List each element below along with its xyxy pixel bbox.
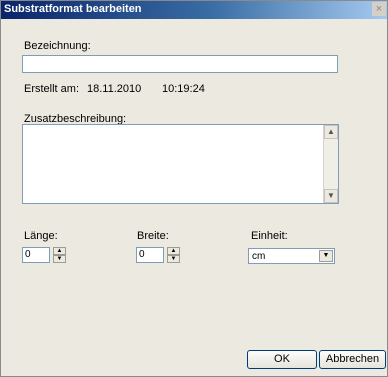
einheit-label: Einheit: xyxy=(251,230,288,242)
erstellt-label: Erstellt am: xyxy=(24,83,80,95)
zusatz-textarea[interactable]: ▲ ▼ xyxy=(22,124,339,204)
window-title: Substratformat bearbeiten xyxy=(4,3,142,15)
dialog-window: Substratformat bearbeiten × Bezeichnung:… xyxy=(0,0,388,377)
erstellt-time: 10:19:24 xyxy=(162,83,205,95)
breite-label: Breite: xyxy=(137,230,169,242)
spin-down-icon[interactable]: ▼ xyxy=(53,255,66,263)
einheit-value: cm xyxy=(252,251,266,262)
close-icon[interactable]: × xyxy=(372,2,386,16)
spin-up-icon[interactable]: ▲ xyxy=(53,247,66,255)
scroll-up-arrow-icon[interactable]: ▲ xyxy=(324,125,338,139)
ok-button[interactable]: OK xyxy=(247,350,317,369)
breite-stepper[interactable]: 0 ▲ ▼ xyxy=(136,247,182,263)
chevron-down-icon[interactable]: ▼ xyxy=(319,250,333,262)
breite-stepper-arrows[interactable]: ▲ ▼ xyxy=(167,247,180,263)
laenge-input[interactable]: 0 xyxy=(22,247,50,263)
laenge-label: Länge: xyxy=(24,230,58,242)
laenge-stepper[interactable]: 0 ▲ ▼ xyxy=(22,247,68,263)
cancel-button[interactable]: Abbrechen xyxy=(319,350,386,369)
laenge-stepper-arrows[interactable]: ▲ ▼ xyxy=(53,247,66,263)
bezeichnung-input[interactable] xyxy=(22,55,338,73)
scroll-down-arrow-icon[interactable]: ▼ xyxy=(324,189,338,203)
spin-down-icon[interactable]: ▼ xyxy=(167,255,180,263)
bezeichnung-label: Bezeichnung: xyxy=(24,40,91,52)
erstellt-date: 18.11.2010 xyxy=(87,83,142,95)
title-bar[interactable]: Substratformat bearbeiten × xyxy=(1,1,387,19)
vertical-scrollbar[interactable]: ▲ ▼ xyxy=(323,125,338,203)
breite-input[interactable]: 0 xyxy=(136,247,164,263)
einheit-select[interactable]: cm ▼ xyxy=(248,248,335,264)
spin-up-icon[interactable]: ▲ xyxy=(167,247,180,255)
